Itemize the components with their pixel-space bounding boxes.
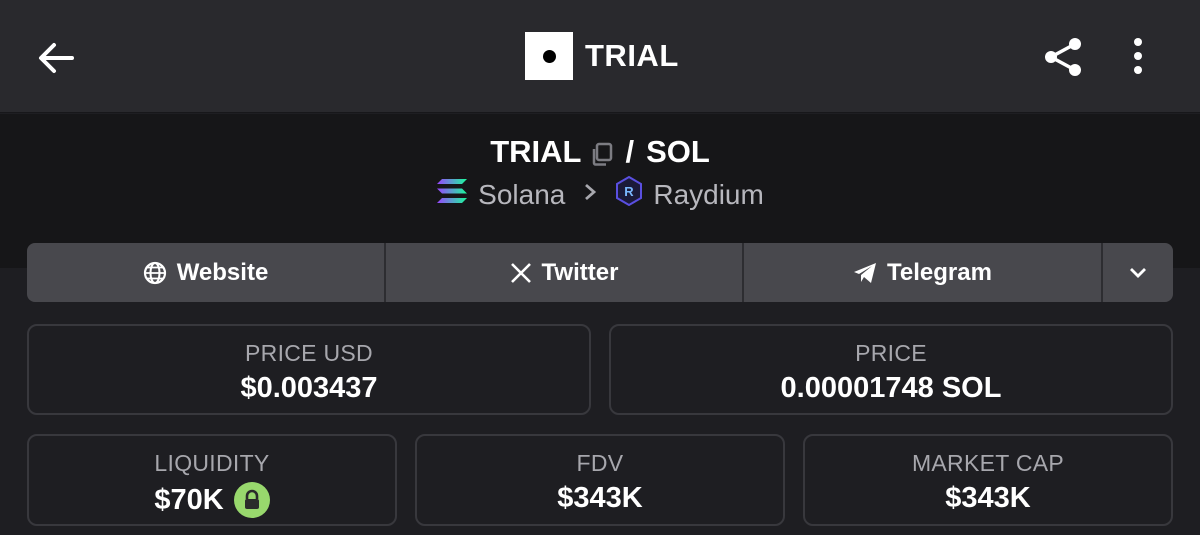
- website-link-button[interactable]: Website: [27, 243, 384, 302]
- share-button[interactable]: [1040, 34, 1086, 80]
- chevron-right-icon: [583, 182, 597, 208]
- chain-dex-breadcrumb: Solana R Raydium: [0, 175, 1200, 213]
- chain-name[interactable]: Solana: [478, 179, 565, 211]
- telegram-icon: [853, 262, 877, 284]
- fdv-card: FDV $343K: [415, 434, 785, 526]
- solana-icon: [436, 177, 468, 212]
- base-token: TRIAL: [490, 134, 582, 169]
- svg-text:R: R: [625, 184, 635, 199]
- pair-name: TRIAL / SOL: [0, 134, 1200, 170]
- chevron-down-icon: [1130, 267, 1146, 278]
- website-label: Website: [176, 258, 269, 286]
- price-usd-card: PRICE USD $0.003437: [27, 324, 591, 415]
- token-title: TRIAL: [525, 32, 679, 80]
- copy-icon[interactable]: [589, 139, 615, 166]
- price-native-label: PRICE: [855, 340, 927, 366]
- pair-separator: /: [625, 134, 635, 169]
- market-cap-label: MARKET CAP: [911, 450, 1065, 476]
- raydium-icon: R: [615, 175, 643, 213]
- twitter-label: Twitter: [541, 258, 619, 286]
- market-cap-value: $343K: [945, 482, 1031, 514]
- quote-token: SOL: [646, 134, 710, 169]
- fdv-label: FDV: [576, 450, 624, 476]
- dex-name[interactable]: Raydium: [653, 179, 763, 211]
- liquidity-value: $70K: [29, 482, 395, 518]
- telegram-link-button[interactable]: Telegram: [742, 243, 1101, 302]
- price-native-card: PRICE 0.00001748 SOL: [609, 324, 1173, 415]
- social-links-bar: Website Twitter Telegram: [27, 243, 1173, 302]
- twitter-link-button[interactable]: Twitter: [384, 243, 742, 302]
- more-vertical-icon: [1134, 38, 1142, 74]
- share-icon: [1045, 38, 1081, 76]
- lock-icon[interactable]: [233, 482, 270, 518]
- price-usd-value: $0.003437: [240, 372, 378, 404]
- arrow-left-icon: [39, 43, 74, 73]
- x-logo-icon: [510, 262, 532, 284]
- fdv-value: $343K: [557, 482, 643, 514]
- market-cap-card: MARKET CAP $343K: [803, 434, 1173, 526]
- telegram-label: Telegram: [887, 258, 992, 286]
- more-options-button[interactable]: [1124, 36, 1152, 78]
- globe-icon: [143, 261, 167, 285]
- token-logo: [525, 32, 573, 80]
- price-native-value: 0.00001748 SOL: [780, 372, 1002, 404]
- liquidity-label: LIQUIDITY: [154, 450, 270, 476]
- liquidity-card: LIQUIDITY $70K: [27, 434, 397, 526]
- more-links-button[interactable]: [1101, 243, 1173, 302]
- price-usd-label: PRICE USD: [245, 340, 373, 366]
- back-button[interactable]: [34, 36, 78, 80]
- page-title: TRIAL: [585, 38, 679, 73]
- app-header: TRIAL: [0, 0, 1200, 113]
